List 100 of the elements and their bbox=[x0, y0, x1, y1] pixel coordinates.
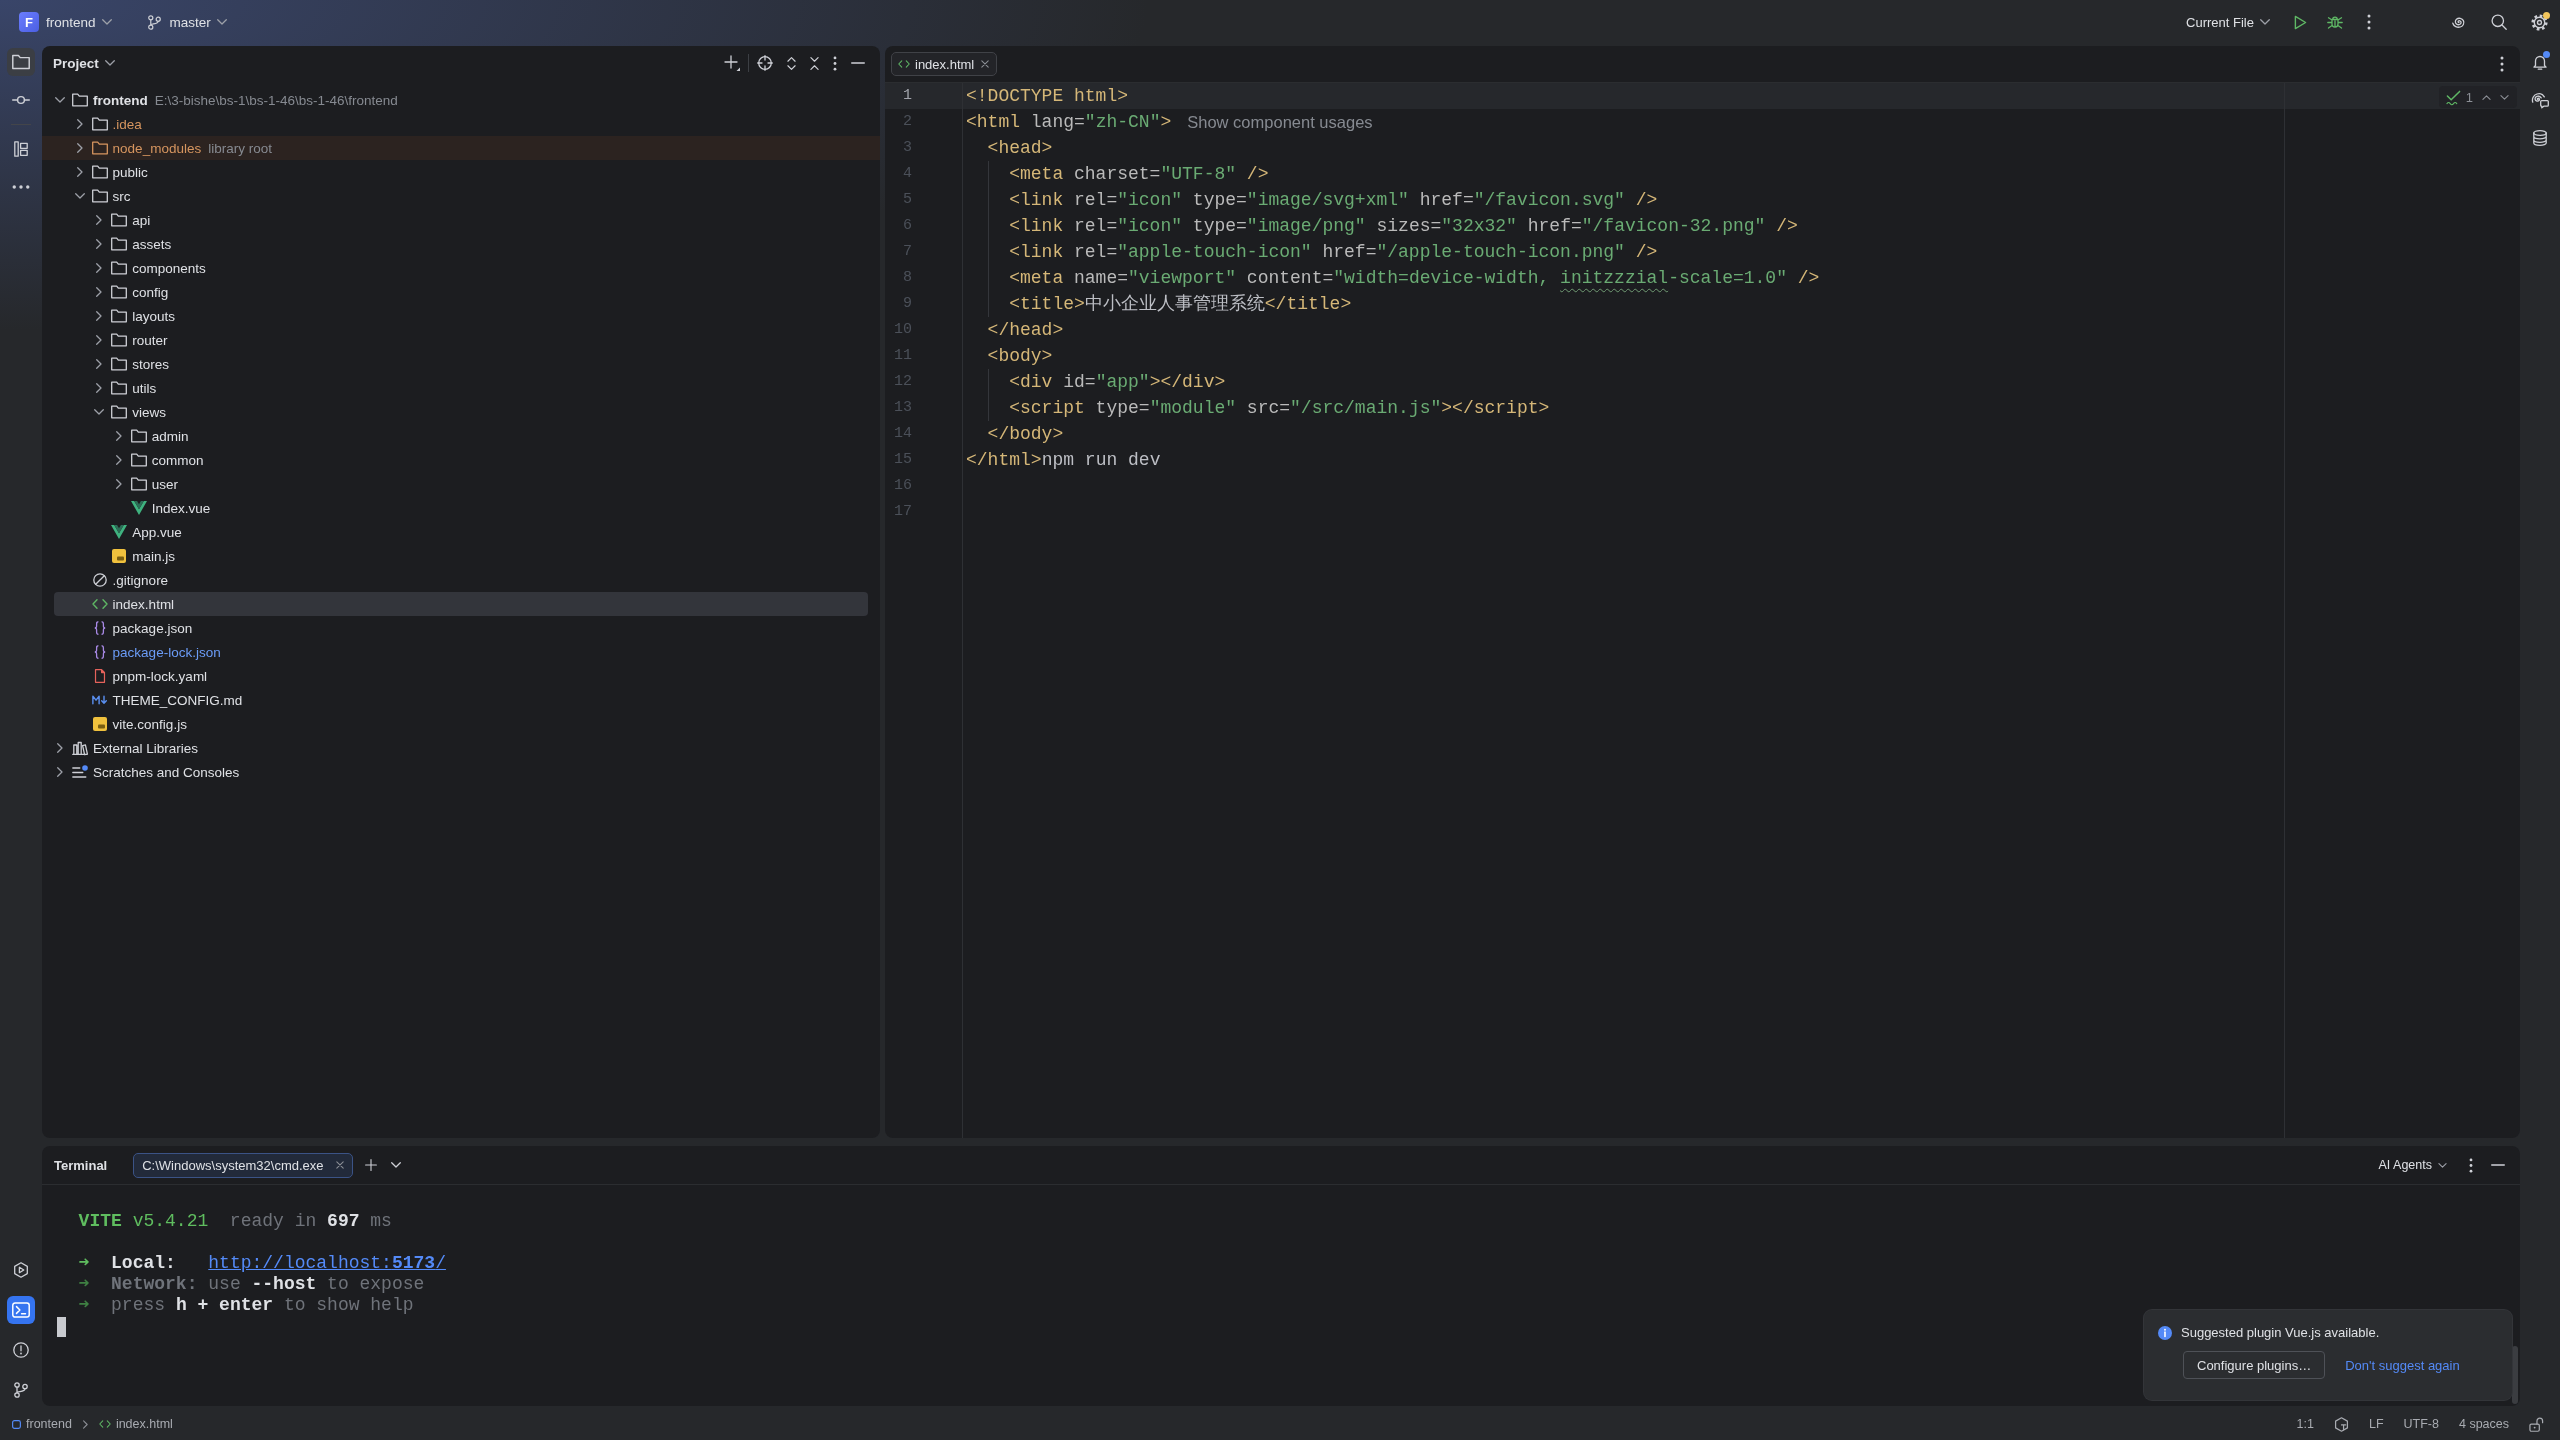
notification-button[interactable]: Configure plugins… bbox=[2183, 1351, 2326, 1379]
crosshair-icon[interactable] bbox=[757, 55, 773, 71]
line-number: 10 bbox=[894, 321, 912, 339]
tree-item[interactable]: src bbox=[73, 184, 131, 208]
add-icon[interactable] bbox=[724, 55, 740, 71]
tree-item[interactable]: config bbox=[93, 280, 169, 304]
chevron-down-icon[interactable] bbox=[390, 1162, 401, 1168]
caret-position[interactable]: 1:1 bbox=[2296, 1417, 2314, 1431]
chevron-right-icon[interactable] bbox=[96, 359, 103, 369]
chevron-right-icon[interactable] bbox=[57, 767, 63, 777]
chevron-right-icon[interactable] bbox=[96, 311, 103, 321]
plus-icon[interactable] bbox=[364, 1159, 377, 1171]
inlay-hint[interactable]: Show component usages bbox=[1187, 111, 1373, 133]
file-encoding[interactable]: UTF-8 bbox=[2403, 1417, 2439, 1431]
markdown-icon bbox=[91, 693, 108, 707]
tree-item[interactable]: stores bbox=[93, 352, 169, 376]
tree-item[interactable]: layouts bbox=[93, 304, 175, 328]
indentation-setting[interactable]: 4 spaces bbox=[2458, 1417, 2509, 1431]
folder-icon[interactable] bbox=[7, 48, 35, 76]
tree-item[interactable]: package-lock.json bbox=[91, 640, 221, 664]
close-icon[interactable] bbox=[335, 1161, 344, 1169]
tree-item[interactable]: App.vue bbox=[111, 520, 182, 544]
notification-link[interactable]: Don't suggest again bbox=[2345, 1357, 2460, 1373]
chevron-right-icon[interactable] bbox=[96, 239, 103, 249]
tree-item[interactable]: index.html bbox=[54, 592, 868, 616]
line-number: 6 bbox=[903, 217, 912, 235]
bug-icon[interactable] bbox=[2327, 14, 2343, 30]
chevron-down-icon[interactable] bbox=[94, 409, 105, 415]
chevron-right-icon[interactable] bbox=[76, 167, 83, 177]
line-number: 11 bbox=[894, 347, 912, 365]
breadcrumb[interactable]: index.html bbox=[98, 1417, 173, 1431]
tree-item[interactable]: .idea bbox=[73, 112, 142, 136]
tree-item[interactable]: views bbox=[93, 400, 166, 424]
folder-icon bbox=[111, 261, 128, 275]
chevron-right-icon[interactable] bbox=[96, 215, 103, 225]
tree-item[interactable]: admin bbox=[112, 424, 189, 448]
tree-item[interactable]: node_modules library root bbox=[42, 136, 880, 160]
run-configuration-selector[interactable]: Current File bbox=[2186, 8, 2270, 36]
tree-item[interactable]: public bbox=[73, 160, 148, 184]
branch-selector[interactable]: master bbox=[147, 8, 227, 36]
chevron-right-icon[interactable] bbox=[76, 119, 83, 129]
settings-icon[interactable] bbox=[2531, 13, 2548, 31]
vertical-dots-icon[interactable] bbox=[2469, 1157, 2473, 1173]
tree-item[interactable]: router bbox=[93, 328, 168, 352]
chevron-right-icon[interactable] bbox=[96, 383, 103, 393]
code-line: <!DOCTYPE html> bbox=[966, 85, 1129, 107]
chevron-down-icon[interactable] bbox=[74, 193, 85, 199]
padlock-icon[interactable] bbox=[2529, 1416, 2544, 1432]
line-number: 3 bbox=[903, 139, 912, 157]
folder-icon bbox=[111, 285, 128, 299]
tree-item[interactable]: user bbox=[112, 472, 179, 496]
tree-item[interactable]: assets bbox=[93, 232, 172, 256]
chevron-right-icon[interactable] bbox=[96, 263, 103, 273]
chevron-right-icon[interactable] bbox=[96, 335, 103, 345]
search-icon[interactable] bbox=[2491, 14, 2507, 30]
tree-item[interactable]: vite.config.js bbox=[91, 712, 187, 736]
terminal-tab[interactable]: C:\Windows\system32\cmd.exe bbox=[133, 1152, 353, 1178]
play-icon[interactable] bbox=[2294, 14, 2307, 30]
collapse-all-icon[interactable] bbox=[810, 55, 819, 71]
agents-dropdown[interactable]: AI Agents bbox=[2378, 1158, 2447, 1172]
chevron-down-icon[interactable] bbox=[55, 97, 65, 103]
chevron-right-icon[interactable] bbox=[96, 287, 103, 297]
tree-item[interactable]: api bbox=[93, 208, 151, 232]
vertical-dots-icon[interactable] bbox=[2367, 14, 2371, 30]
tree-item[interactable]: components bbox=[93, 256, 206, 280]
tree-item[interactable]: Index.vue bbox=[130, 496, 211, 520]
vertical-dots-icon[interactable] bbox=[833, 55, 837, 71]
expand-all-icon[interactable] bbox=[787, 55, 796, 71]
code-line: <meta charset="UTF-8" /> bbox=[1009, 163, 1269, 185]
tree-item[interactable]: frontend E:\3-bishe\bs-1\bs-1-46\bs-1-46\frontend bbox=[54, 88, 398, 112]
tree-item[interactable]: main.js bbox=[111, 544, 175, 568]
view-selector[interactable]: Project bbox=[53, 55, 115, 71]
project-avatar: F bbox=[19, 12, 39, 32]
tree-item[interactable]: THEME_CONFIG.md bbox=[91, 688, 243, 712]
folder-icon bbox=[72, 93, 88, 107]
tree-item[interactable]: .gitignore bbox=[91, 568, 169, 592]
chevron-right-icon[interactable] bbox=[115, 479, 122, 489]
terminal-icon[interactable] bbox=[7, 1296, 35, 1324]
close-icon[interactable] bbox=[981, 60, 990, 68]
vertical-dots-icon[interactable] bbox=[2500, 56, 2504, 72]
tree-item[interactable]: pnpm-lock.yaml bbox=[91, 664, 208, 688]
chevron-right-icon[interactable] bbox=[115, 431, 122, 441]
folder-icon bbox=[91, 165, 108, 179]
chevron-right-icon[interactable] bbox=[57, 743, 63, 753]
editor-tab[interactable]: index.html bbox=[891, 52, 998, 76]
tree-item[interactable]: utils bbox=[93, 376, 157, 400]
tree-item[interactable]: External Libraries bbox=[54, 736, 199, 760]
tree-item[interactable]: common bbox=[112, 448, 204, 472]
chevron-down-icon bbox=[216, 19, 227, 25]
chevron-right-icon[interactable] bbox=[115, 455, 122, 465]
tree-item[interactable]: package.json bbox=[91, 616, 193, 640]
tree-item[interactable]: Scratches and Consoles bbox=[54, 760, 240, 784]
chevron-right-icon[interactable] bbox=[76, 143, 83, 153]
chevron-up-icon[interactable] bbox=[2482, 94, 2491, 100]
line-separator[interactable]: LF bbox=[2368, 1417, 2384, 1431]
breadcrumb[interactable]: frontend bbox=[12, 1417, 72, 1431]
inspection-widget[interactable]: 1 bbox=[2438, 86, 2517, 108]
url-link[interactable]: http://localhost:5173/ bbox=[208, 1253, 446, 1273]
hexagon-icon[interactable] bbox=[2333, 1416, 2349, 1432]
project-switcher[interactable]: F frontend bbox=[19, 8, 112, 36]
